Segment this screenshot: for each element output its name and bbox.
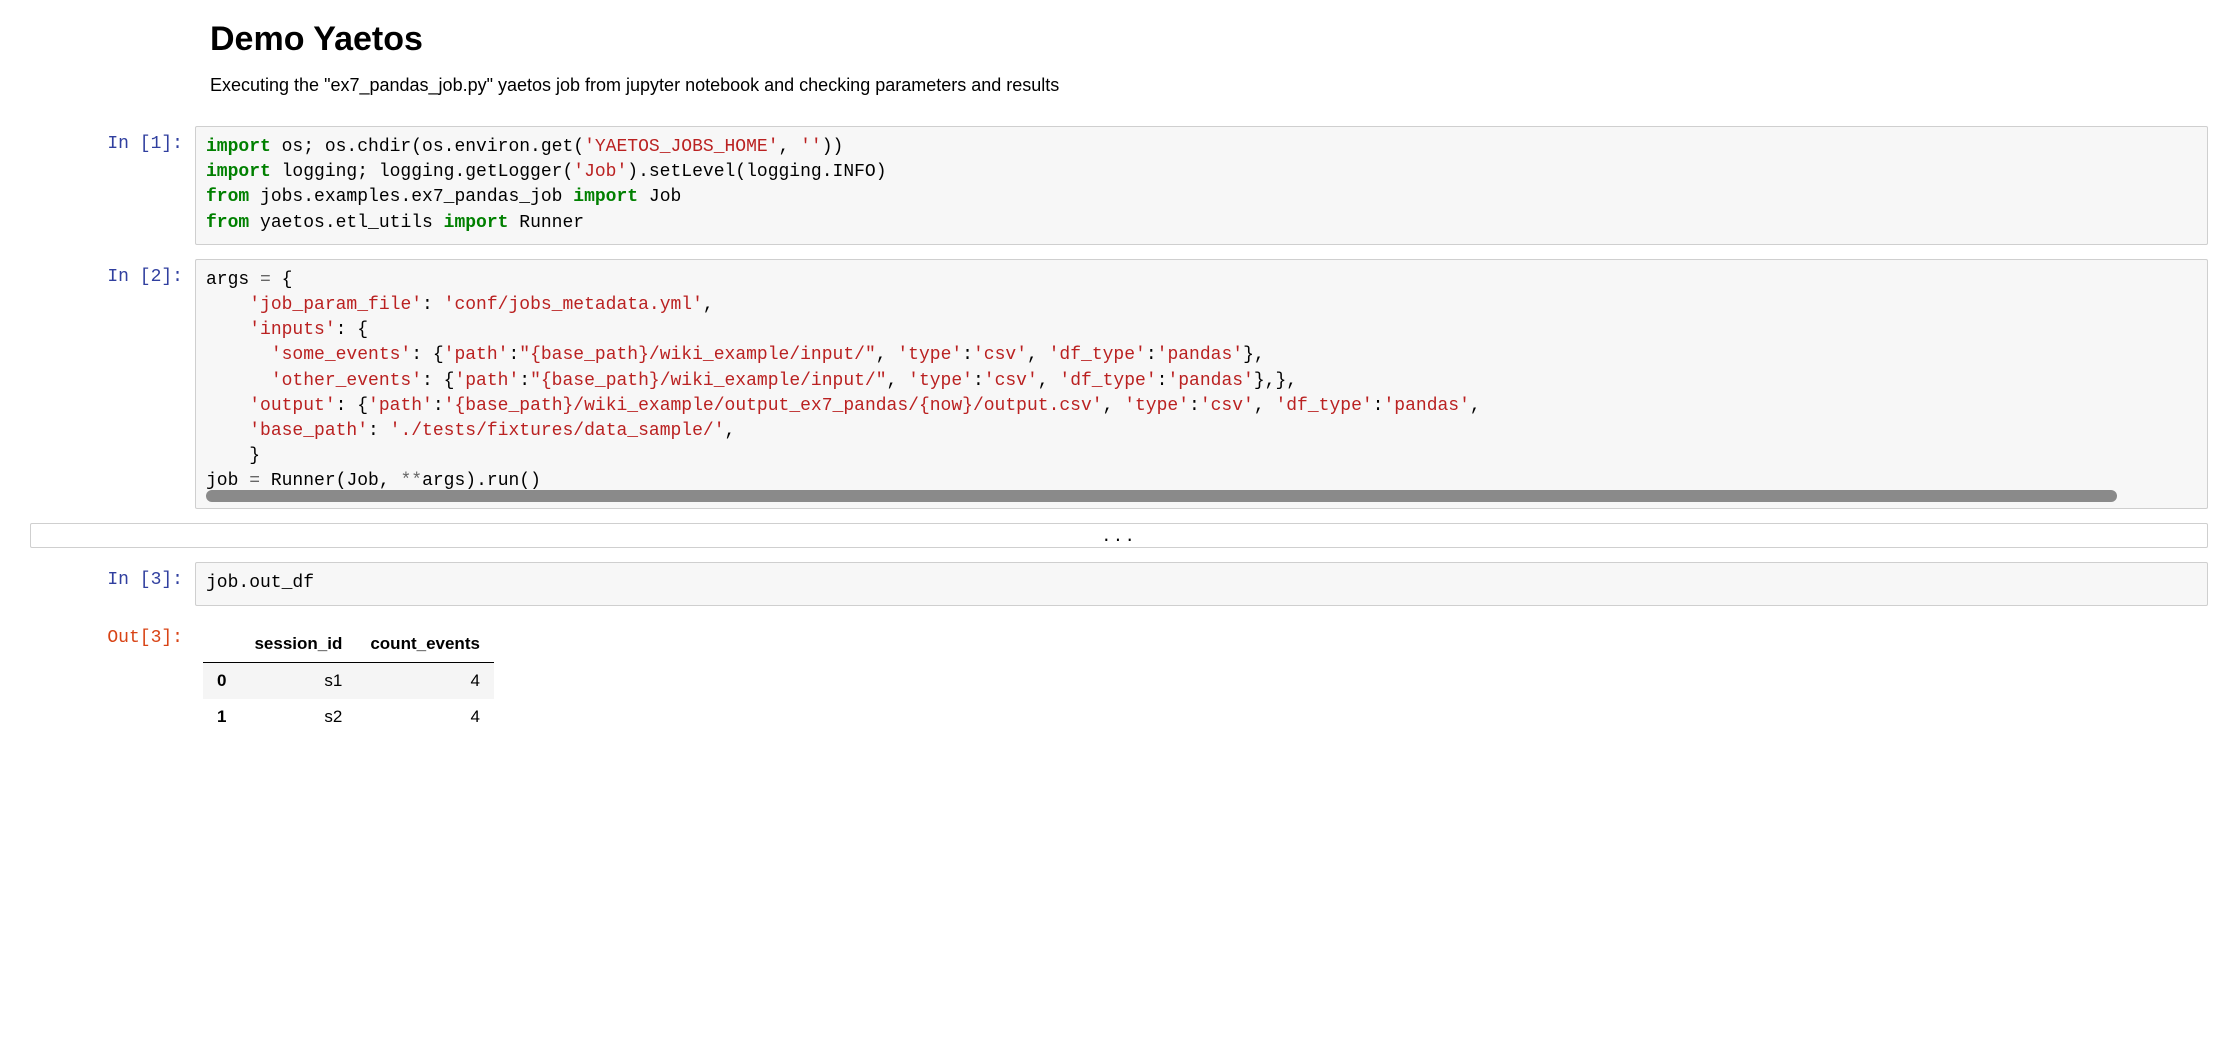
prompt-in-2: In [2]: xyxy=(20,259,195,510)
horizontal-scrollbar[interactable] xyxy=(206,490,2117,502)
df-cell: s1 xyxy=(240,662,356,699)
table-row: 1 s2 4 xyxy=(203,699,494,735)
df-index: 1 xyxy=(203,699,240,735)
code-cell-3[interactable]: In [3]: job.out_df xyxy=(20,562,2208,605)
collapsed-output[interactable]: ... xyxy=(30,523,2208,548)
output-cell-3: Out[3]: session_id count_events 0 s1 4 xyxy=(20,620,2208,735)
notebook: Demo Yaetos Executing the "ex7_pandas_jo… xyxy=(20,20,2208,735)
df-cell: 4 xyxy=(356,699,494,735)
df-cell: 4 xyxy=(356,662,494,699)
page-subtitle: Executing the "ex7_pandas_job.py" yaetos… xyxy=(210,75,2208,96)
output-area-3: session_id count_events 0 s1 4 1 s2 4 xyxy=(195,620,2208,735)
dataframe-table: session_id count_events 0 s1 4 1 s2 4 xyxy=(203,626,494,735)
code-input-2[interactable]: args = { 'job_param_file': 'conf/jobs_me… xyxy=(195,259,2208,510)
code-cell-2[interactable]: In [2]: args = { 'job_param_file': 'conf… xyxy=(20,259,2208,510)
code-cell-1[interactable]: In [1]: import os; os.chdir(os.environ.g… xyxy=(20,126,2208,245)
df-col-header: session_id xyxy=(240,626,356,663)
code-input-1[interactable]: import os; os.chdir(os.environ.get('YAET… xyxy=(195,126,2208,245)
df-cell: s2 xyxy=(240,699,356,735)
prompt-in-3: In [3]: xyxy=(20,562,195,605)
page-title: Demo Yaetos xyxy=(210,20,2208,59)
prompt-in-1: In [1]: xyxy=(20,126,195,245)
df-col-header: count_events xyxy=(356,626,494,663)
code-input-3[interactable]: job.out_df xyxy=(195,562,2208,605)
df-corner xyxy=(203,626,240,663)
df-index: 0 xyxy=(203,662,240,699)
table-row: 0 s1 4 xyxy=(203,662,494,699)
prompt-out-3: Out[3]: xyxy=(20,620,195,735)
